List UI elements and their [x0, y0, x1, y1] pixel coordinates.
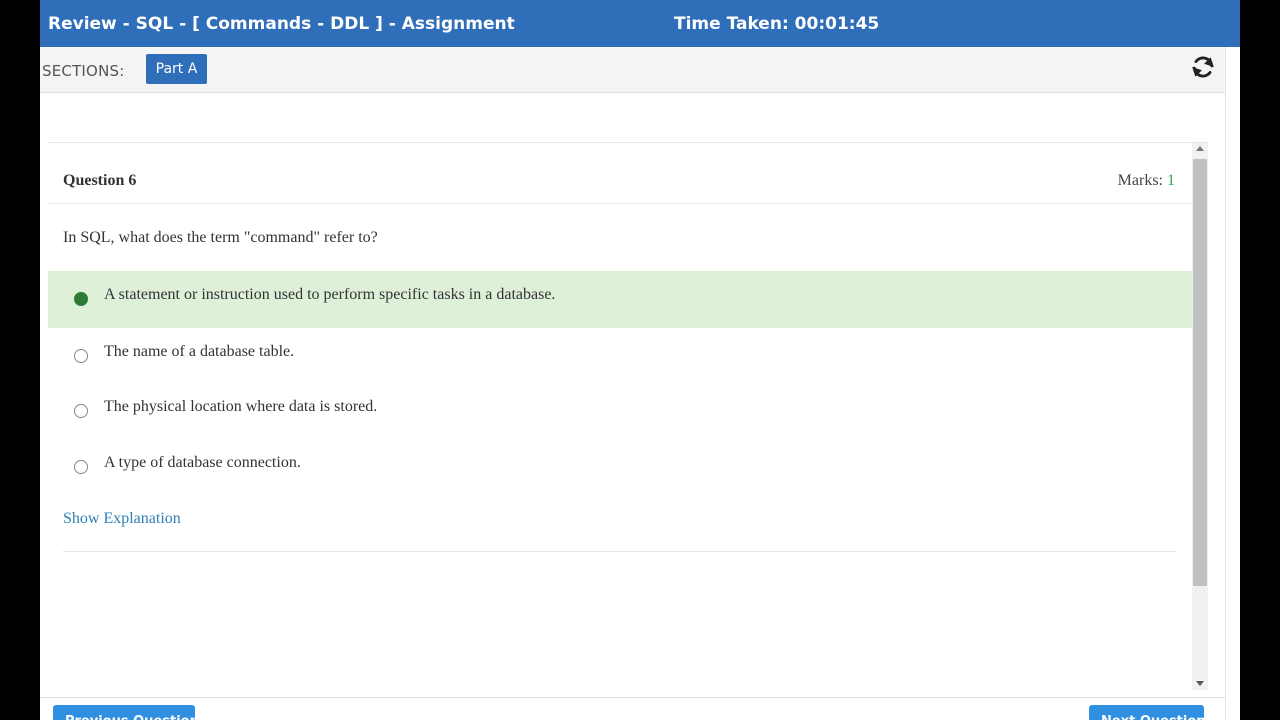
question-header: Question 6 Marks: 1	[48, 163, 1192, 204]
section-part-a-button[interactable]: Part A	[146, 54, 207, 84]
option-label: The name of a database table.	[104, 343, 295, 360]
panel-scrollbar[interactable]	[1192, 143, 1208, 690]
marks-label: Marks:	[1117, 172, 1163, 189]
radio-icon[interactable]	[74, 460, 88, 474]
refresh-icon[interactable]	[1190, 54, 1216, 80]
question-text: In SQL, what does the term "command" ref…	[63, 229, 378, 246]
scroll-thumb[interactable]	[1193, 159, 1207, 586]
show-explanation-link[interactable]: Show Explanation	[63, 510, 181, 528]
footer-nav: Previous Question Next Question	[40, 697, 1225, 720]
radio-selected-icon[interactable]	[74, 292, 88, 306]
option-2[interactable]: The name of a database table.	[48, 328, 1192, 385]
previous-question-button[interactable]: Previous Question	[53, 705, 199, 720]
marks: Marks: 1	[1118, 172, 1175, 190]
sections-label: SECTIONS:	[42, 62, 125, 80]
radio-icon[interactable]	[74, 404, 88, 418]
question-number: Question 6	[63, 172, 137, 189]
option-label: A type of database connection.	[104, 454, 301, 471]
divider	[63, 551, 1176, 552]
top-header: Review - SQL - [ Commands - DDL ] - Assi…	[40, 0, 1240, 47]
next-question-button[interactable]: Next Question	[1089, 705, 1206, 720]
radio-icon[interactable]	[74, 349, 88, 363]
question-panel: Question 6 Marks: 1 In SQL, what does th…	[48, 142, 1208, 690]
time-taken: Time Taken: 00:01:45	[674, 14, 880, 34]
option-1[interactable]: A statement or instruction used to perfo…	[48, 271, 1192, 328]
quiz-review-app: Review - SQL - [ Commands - DDL ] - Assi…	[40, 0, 1240, 720]
sections-bar: SECTIONS: Part A	[40, 47, 1225, 93]
scroll-up-arrow-icon[interactable]	[1196, 146, 1204, 151]
option-4[interactable]: A type of database connection.	[48, 439, 1192, 496]
option-label: A statement or instruction used to perfo…	[104, 286, 556, 303]
option-label: The physical location where data is stor…	[104, 398, 378, 415]
option-3[interactable]: The physical location where data is stor…	[48, 383, 1192, 440]
scroll-down-arrow-icon[interactable]	[1196, 681, 1204, 686]
assignment-title: Review - SQL - [ Commands - DDL ] - Assi…	[48, 14, 515, 34]
marks-value: 1	[1167, 172, 1175, 189]
right-edge-scroll-track	[1225, 47, 1240, 720]
